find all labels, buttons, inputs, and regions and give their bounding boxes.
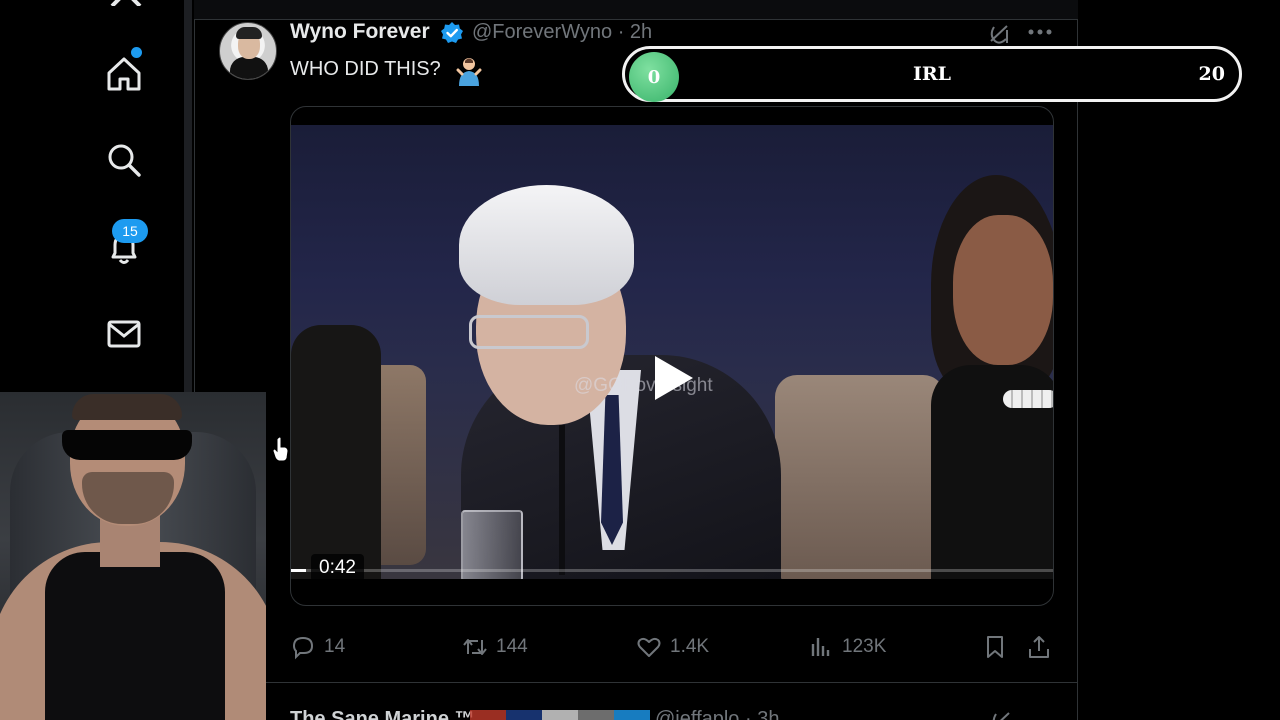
- author-avatar[interactable]: [219, 22, 277, 80]
- goal-label: IRL: [912, 63, 952, 85]
- video-frame[interactable]: @GOPoversight: [291, 125, 1053, 579]
- next-tweet-handle[interactable]: @jeffaplo · 3h: [655, 708, 779, 720]
- like-button[interactable]: 1.4K: [636, 630, 709, 664]
- reply-icon: [292, 636, 314, 660]
- bookmark-icon: [987, 636, 1003, 658]
- view-count: 123K: [842, 636, 887, 657]
- home-icon: [107, 57, 141, 91]
- hand-cursor-icon: [272, 436, 289, 462]
- home-unread-dot: [131, 47, 142, 58]
- search-icon: [108, 144, 141, 177]
- verified-badge-icon: [441, 22, 463, 43]
- video-progress-fill: [291, 569, 307, 572]
- person-shrugging-emoji-icon: [456, 58, 482, 86]
- grok-icon[interactable]: [988, 708, 1014, 720]
- mail-icon: [107, 320, 141, 348]
- nav-explore[interactable]: [100, 136, 148, 184]
- streamer-webcam: [0, 392, 266, 720]
- repost-count: 144: [496, 636, 528, 657]
- bookmark-button[interactable]: [982, 630, 1008, 664]
- nav-messages[interactable]: [100, 310, 148, 358]
- more-options-icon[interactable]: [1026, 20, 1054, 44]
- share-icon: [1029, 636, 1049, 658]
- repost-button[interactable]: 144: [462, 630, 528, 664]
- reply-button[interactable]: 14: [290, 630, 345, 664]
- video-progress-bar[interactable]: [291, 569, 1053, 572]
- video-duration: 0:42: [311, 554, 364, 582]
- author-name[interactable]: Wyno Forever: [290, 20, 430, 44]
- next-tweet-flag-emojis: [470, 710, 650, 720]
- grok-icon[interactable]: [986, 21, 1012, 47]
- tweet-text: WHO DID THIS?: [290, 58, 441, 80]
- like-count: 1.4K: [670, 636, 710, 657]
- share-button[interactable]: [1026, 630, 1052, 664]
- goal-current-value: 0: [629, 52, 679, 102]
- views-button[interactable]: 123K: [808, 630, 886, 664]
- stream-goal-bar: IRL 0 20: [622, 46, 1242, 102]
- notification-count-badge: 15: [112, 219, 148, 243]
- next-tweet-author-name[interactable]: The Sane Marine ™: [290, 708, 475, 720]
- views-chart-icon: [811, 638, 830, 656]
- video-player[interactable]: @GOPoversight 0:42: [290, 106, 1054, 606]
- goal-target-value: 20: [1198, 63, 1225, 85]
- heart-icon: [637, 637, 661, 657]
- nav-home[interactable]: [100, 50, 148, 98]
- repost-icon: [463, 639, 487, 655]
- author-handle-and-time[interactable]: @ForeverWyno · 2h: [472, 21, 652, 44]
- reply-count: 14: [324, 636, 346, 657]
- play-icon[interactable]: [651, 353, 695, 403]
- x-logo-icon[interactable]: [108, 0, 144, 6]
- previous-tweet-edge: [194, 0, 1078, 20]
